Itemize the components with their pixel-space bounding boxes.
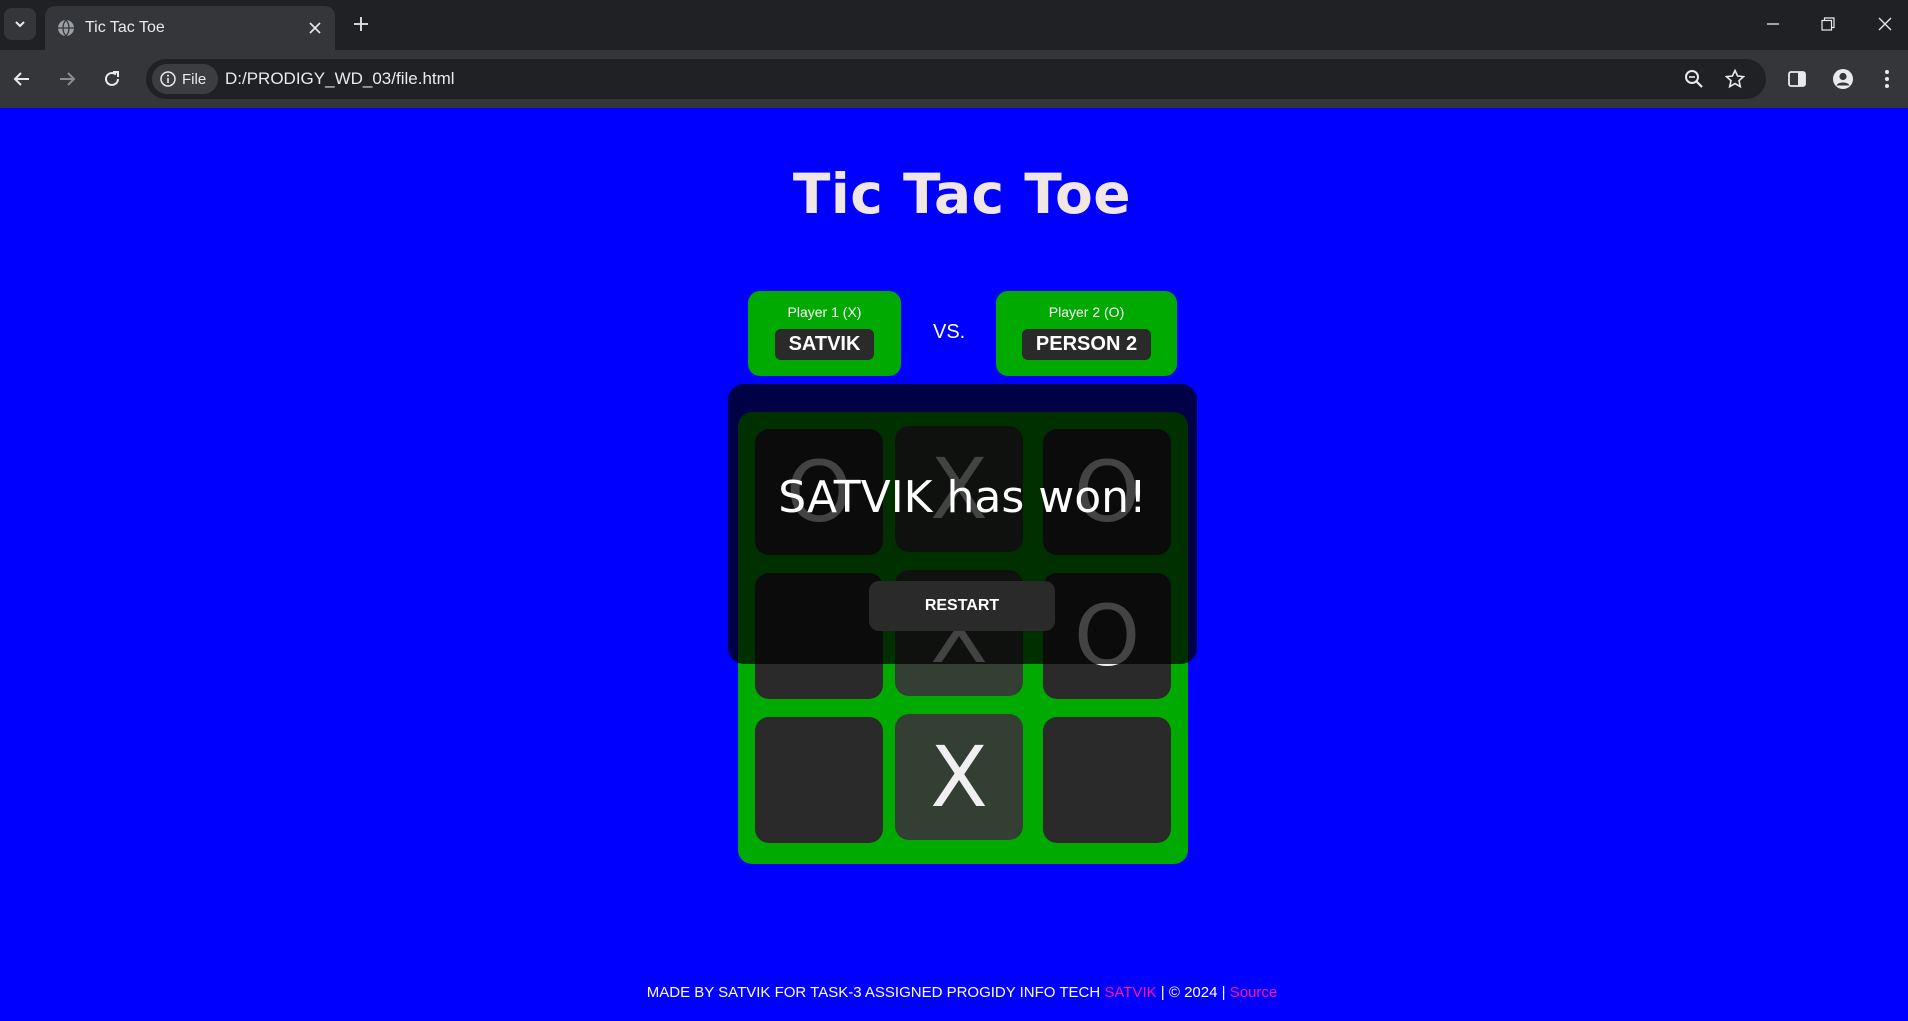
side-panel-button[interactable] — [1781, 63, 1813, 95]
player2-label: Player 2 (O) — [1048, 304, 1125, 320]
info-icon — [160, 71, 176, 87]
board-cell[interactable] — [1043, 717, 1171, 843]
restore-icon — [1821, 17, 1835, 31]
reload-button[interactable] — [96, 63, 128, 95]
footer-text: MADE BY SATVIK FOR TASK-3 ASSIGNED PROGI… — [646, 984, 1101, 1001]
browser-toolbar: File D:/PRODIGY_WD_03/file.html — [0, 50, 1908, 108]
tab-search-button[interactable] — [4, 8, 36, 40]
new-tab-button[interactable] — [347, 10, 375, 38]
side-panel-icon — [1788, 71, 1806, 87]
win-message: SATVIK has won! — [778, 472, 1147, 523]
restore-button[interactable] — [1808, 8, 1848, 40]
zoom-icon — [1685, 70, 1703, 88]
arrow-right-icon — [60, 72, 76, 86]
star-icon — [1725, 69, 1745, 89]
browser-tab[interactable]: Tic Tac Toe — [45, 6, 335, 50]
url-text[interactable]: D:/PRODIGY_WD_03/file.html — [225, 69, 455, 89]
minimize-icon — [1767, 23, 1779, 25]
forward-button[interactable] — [51, 63, 83, 95]
close-window-button[interactable] — [1865, 8, 1905, 40]
chevron-down-icon — [15, 21, 25, 28]
more-vertical-icon — [1885, 70, 1889, 88]
restart-button[interactable]: RESTART — [869, 581, 1055, 631]
profile-button[interactable] — [1827, 63, 1859, 95]
close-icon — [309, 22, 321, 34]
menu-button[interactable] — [1871, 63, 1903, 95]
plus-icon — [354, 17, 368, 31]
zoom-button[interactable] — [1682, 67, 1706, 91]
footer: MADE BY SATVIK FOR TASK-3 ASSIGNED PROGI… — [0, 984, 1908, 1001]
win-overlay: SATVIK has won! RESTART — [728, 384, 1197, 664]
back-button[interactable] — [6, 63, 38, 95]
player1-label: Player 1 (X) — [787, 304, 862, 320]
footer-author-link[interactable]: SATVIK — [1104, 984, 1156, 1001]
footer-copyright: | © 2024 | — [1160, 984, 1226, 1001]
reload-icon — [105, 71, 119, 86]
tab-title: Tic Tac Toe — [85, 19, 165, 36]
player2-card: Player 2 (O) PERSON 2 — [996, 291, 1177, 376]
page-content: Tic Tac Toe Player 1 (X) SATVIK VS. Play… — [0, 108, 1908, 1021]
browser-tab-bar: Tic Tac Toe — [0, 0, 1908, 50]
footer-source-link[interactable]: Source — [1230, 984, 1278, 1001]
globe-icon — [58, 19, 74, 37]
player2-name: PERSON 2 — [1021, 329, 1152, 360]
minimize-button[interactable] — [1753, 8, 1793, 40]
vs-label: VS. — [933, 321, 966, 343]
close-icon — [1878, 17, 1892, 31]
site-chip-label: File — [182, 70, 207, 88]
board-cell[interactable]: X — [895, 714, 1023, 840]
address-bar[interactable]: File D:/PRODIGY_WD_03/file.html — [146, 59, 1766, 99]
site-info-chip[interactable]: File — [152, 64, 219, 94]
arrow-left-icon — [13, 72, 29, 86]
tab-close-button[interactable] — [305, 18, 325, 38]
player1-name: SATVIK — [774, 329, 875, 360]
bookmark-button[interactable] — [1723, 67, 1747, 91]
page-title: Tic Tac Toe — [792, 162, 1132, 226]
player1-card: Player 1 (X) SATVIK — [748, 291, 901, 376]
profile-icon — [1833, 69, 1853, 89]
board-cell[interactable] — [755, 717, 883, 843]
